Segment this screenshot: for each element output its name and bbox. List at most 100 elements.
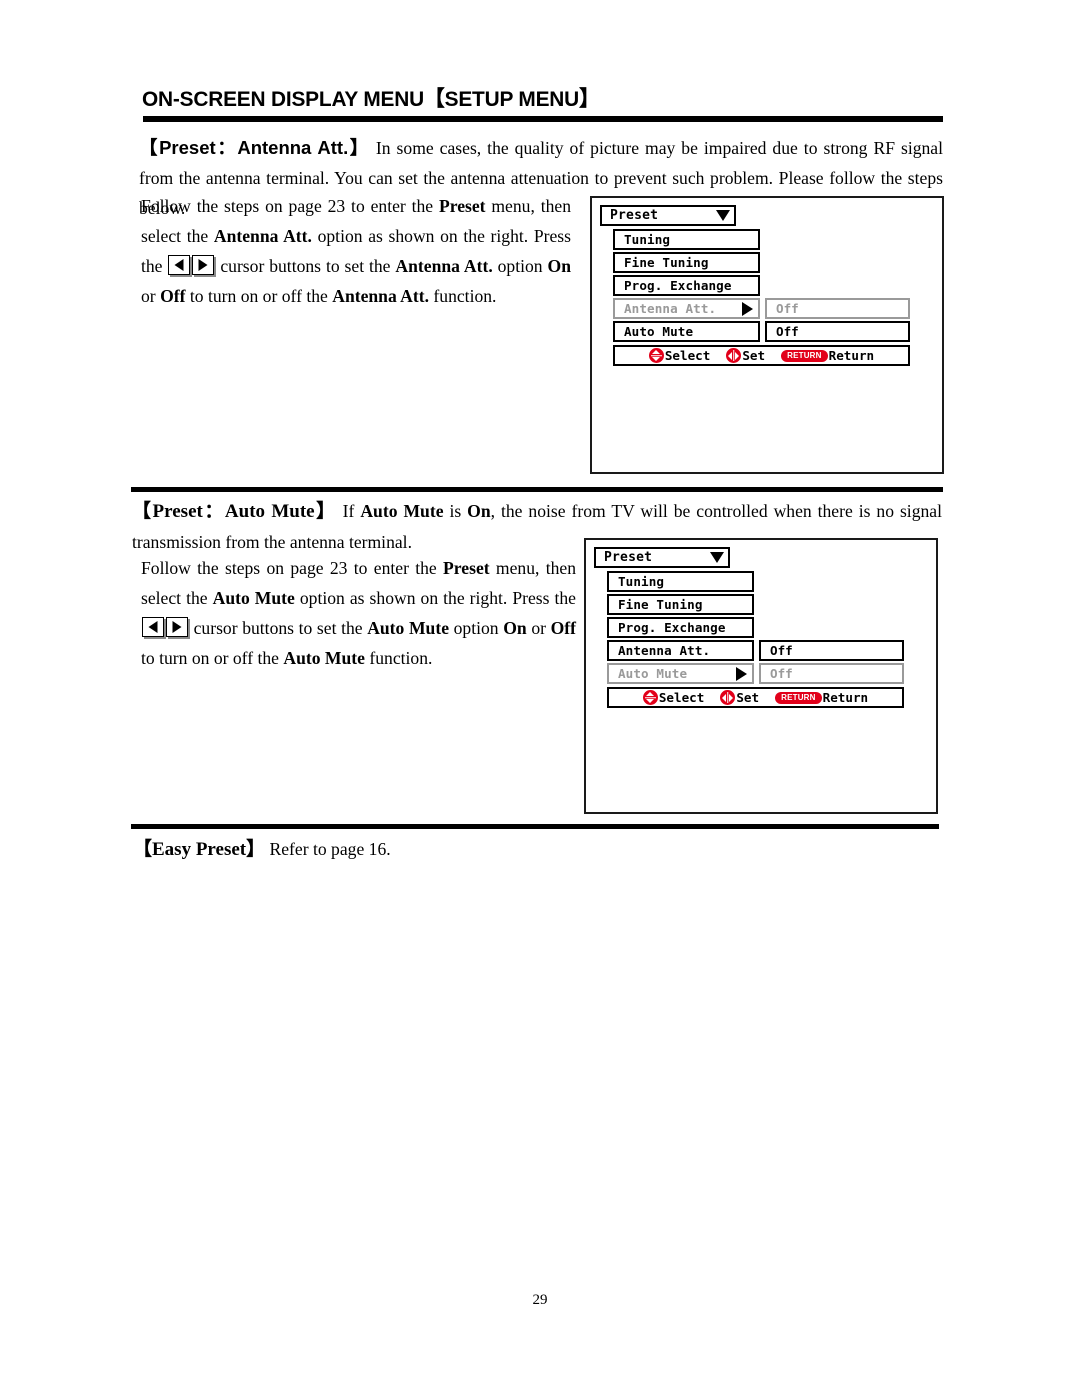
cursor-left-icon [168, 255, 191, 275]
osd1-value-antenna-att-text: Off [776, 301, 799, 316]
mute-step1-e: option as shown on the right. [294, 588, 508, 608]
document-page: ON-SCREEN DISPLAY MENU【SETUP MENU】 【Pres… [0, 0, 1080, 1397]
osd2-label-fine-tuning[interactable]: Fine Tuning [607, 594, 754, 615]
osd1-hint-set-label: Set [742, 348, 766, 363]
page-number: 29 [532, 1292, 548, 1308]
osd2-label-tuning-text: Tuning [618, 574, 665, 589]
osd1-row-prog-exchange[interactable]: Prog. Exchange [613, 275, 910, 296]
osd2-label-antenna-att-text: Antenna Att. [618, 643, 711, 658]
antenna-att-heading: 【Preset：Antenna Att.】 [139, 137, 370, 158]
cursor-right-icon [166, 617, 188, 637]
cursor-left-icon [142, 617, 164, 637]
antenna-step2-option: Antenna Att. [395, 256, 493, 276]
arrow-right-icon [736, 666, 747, 681]
osd2-label-auto-mute[interactable]: Auto Mute [607, 663, 754, 684]
osd1-label-fine-tuning[interactable]: Fine Tuning [613, 252, 760, 273]
return-badge-icon: RETURN [775, 691, 822, 704]
osd2-hint-set: Set [720, 690, 759, 705]
mute-step2-d: option [449, 618, 504, 638]
osd2-label-auto-mute-text: Auto Mute [618, 666, 688, 681]
osd1-menu-header[interactable]: Preset [600, 205, 736, 226]
osd1-value-auto-mute-text: Off [776, 324, 799, 339]
osd1-value-antenna-att[interactable]: Off [765, 298, 910, 319]
osd2-row-auto-mute[interactable]: Auto Mute Off [607, 663, 904, 684]
osd1-hint-select-label: Select [664, 348, 711, 363]
osd1-label-tuning-text: Tuning [624, 232, 671, 247]
osd1-value-auto-mute[interactable]: Off [765, 321, 910, 342]
antenna-step2-d: option [492, 256, 548, 276]
antenna-step2-off: Off [160, 286, 186, 306]
cursor-right-icon [192, 255, 215, 275]
antenna-step1-e: option as shown on the right. [311, 226, 529, 246]
mute-step1-a: Follow the steps on page 23 to enter the [141, 558, 444, 578]
return-badge-icon: RETURN [781, 349, 828, 362]
osd2-row-fine-tuning[interactable]: Fine Tuning [607, 594, 904, 615]
mute-step2-f: or [526, 618, 551, 638]
osd2-value-antenna-att[interactable]: Off [759, 640, 904, 661]
osd1-row-fine-tuning[interactable]: Fine Tuning [613, 252, 910, 273]
mute-step2-j: function. [364, 648, 433, 668]
osd1-label-auto-mute[interactable]: Auto Mute [613, 321, 760, 342]
antenna-att-steps-paragraph: Follow the steps on page 23 to enter the… [141, 191, 571, 311]
osd1-row-tuning[interactable]: Tuning [613, 229, 910, 250]
caret-down-icon [716, 210, 730, 221]
auto-mute-intro-b: Auto Mute [360, 501, 444, 521]
osd1-row-antenna-att[interactable]: Antenna Att. Off [613, 298, 910, 319]
osd2-menu-header-label: Preset [604, 550, 653, 565]
osd-menu-2: Preset Tuning Fine Tuning Prog. Exchange… [594, 547, 904, 708]
osd2-value-antenna-att-text: Off [770, 643, 793, 658]
antenna-step2-on: On [547, 256, 571, 276]
osd2-menu-header[interactable]: Preset [594, 547, 730, 568]
osd1-label-antenna-att-text: Antenna Att. [624, 301, 717, 316]
antenna-step2-h: to turn on or off the [185, 286, 333, 306]
title-underline-rule [143, 116, 943, 122]
osd-menu-1: Preset Tuning Fine Tuning Prog. Exchange… [600, 205, 910, 366]
mute-step2-b: cursor buttons to set the [189, 618, 368, 638]
osd2-rows: Tuning Fine Tuning Prog. Exchange Antenn… [607, 571, 904, 708]
mute-step2-option2: Auto Mute [283, 648, 365, 668]
osd1-label-antenna-att[interactable]: Antenna Att. [613, 298, 760, 319]
auto-mute-intro-on: On [467, 501, 491, 521]
antenna-step1-a: Follow the steps on page 23 to enter the [141, 196, 439, 216]
osd1-hint-set: Set [726, 348, 765, 363]
osd2-label-antenna-att[interactable]: Antenna Att. [607, 640, 754, 661]
antenna-step2-option2: Antenna Att. [332, 286, 430, 306]
osd1-label-prog-exchange[interactable]: Prog. Exchange [613, 275, 760, 296]
osd2-hint-return: RETURN Return [775, 690, 868, 705]
osd2-label-fine-tuning-text: Fine Tuning [618, 597, 703, 612]
updown-knob-icon [648, 348, 664, 363]
osd1-label-fine-tuning-text: Fine Tuning [624, 255, 709, 270]
mute-step1-option: Auto Mute [212, 588, 295, 608]
antenna-step2-j: function. [429, 286, 497, 306]
mute-step2-h: to turn on or off the [141, 648, 284, 668]
auto-mute-heading: 【Preset：Auto Mute】 [132, 501, 337, 522]
osd2-label-tuning[interactable]: Tuning [607, 571, 754, 592]
antenna-step2-f: or [141, 286, 161, 306]
osd1-label-tuning[interactable]: Tuning [613, 229, 760, 250]
mute-step2-off: Off [550, 618, 576, 638]
auto-mute-intro-a: If [336, 501, 361, 521]
osd2-value-auto-mute-text: Off [770, 666, 793, 681]
osd-preview-antenna-att: Preset Tuning Fine Tuning Prog. Exchange… [590, 196, 944, 474]
section-divider-rule-2 [131, 824, 939, 829]
page-title-block: ON-SCREEN DISPLAY MENU【SETUP MENU】 [142, 88, 942, 111]
osd2-footer-hints: Select Set RETURN Return [607, 687, 904, 708]
osd1-label-prog-exchange-text: Prog. Exchange [624, 278, 732, 293]
osd1-footer-hints: Select Set RETURN Return [613, 345, 910, 366]
osd2-row-tuning[interactable]: Tuning [607, 571, 904, 592]
antenna-step2-b: cursor buttons to set the [215, 256, 396, 276]
leftright-knob-icon [726, 348, 742, 363]
osd1-rows: Tuning Fine Tuning Prog. Exchange Antenn… [613, 229, 910, 366]
osd2-hint-select-label: Select [658, 690, 705, 705]
osd2-hint-return-label: Return [822, 690, 869, 705]
easy-preset-paragraph: 【Easy Preset】 Refer to page 16. [133, 834, 633, 865]
caret-down-icon [710, 552, 724, 563]
antenna-step1-option: Antenna Att. [213, 226, 312, 246]
osd2-hint-select: Select [642, 690, 705, 705]
osd2-row-antenna-att[interactable]: Antenna Att. Off [607, 640, 904, 661]
osd2-value-auto-mute[interactable]: Off [759, 663, 904, 684]
osd2-row-prog-exchange[interactable]: Prog. Exchange [607, 617, 904, 638]
osd1-row-auto-mute[interactable]: Auto Mute Off [613, 321, 910, 342]
auto-mute-steps-paragraph: Follow the steps on page 23 to enter the… [141, 553, 576, 673]
osd2-label-prog-exchange[interactable]: Prog. Exchange [607, 617, 754, 638]
